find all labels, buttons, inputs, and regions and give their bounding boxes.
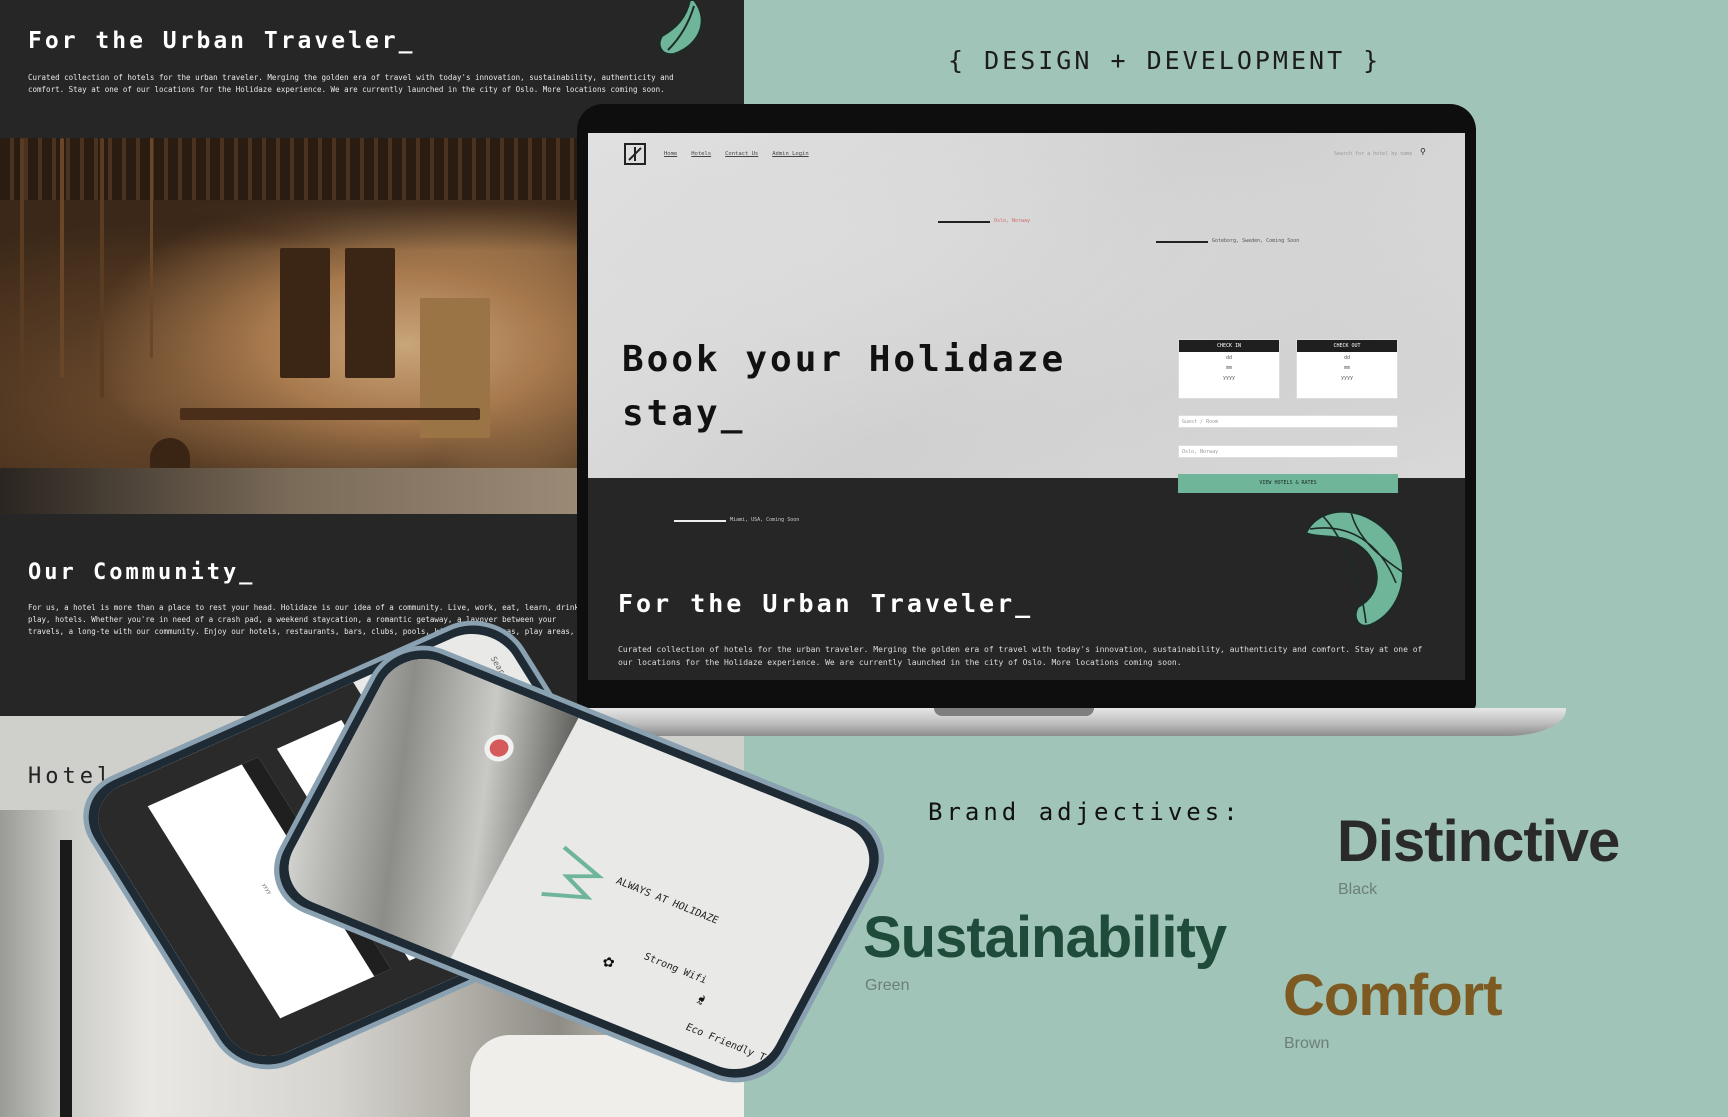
holidaze-logo-icon[interactable] bbox=[624, 143, 646, 165]
laptop-screen: Home Hotels Contact Us Admin Login Searc… bbox=[588, 133, 1465, 680]
hero-heading-line1: Book your Holidaze bbox=[622, 339, 1067, 380]
brand-word-distinctive: Distinctive bbox=[1337, 809, 1620, 874]
check-out-dd: dd bbox=[1343, 355, 1351, 361]
location-select[interactable]: Oslo, Norway bbox=[1178, 445, 1398, 458]
urban-traveler-paragraph: Curated collection of hotels for the urb… bbox=[618, 645, 1423, 667]
laptop-notch bbox=[934, 708, 1094, 716]
feature-always: ALWAYS AT HOLIDAZE bbox=[613, 875, 721, 927]
urban-traveler-heading: For the Urban Traveler_ bbox=[618, 589, 1034, 618]
urban-traveler-text: Curated collection of hotels for the urb… bbox=[28, 73, 674, 94]
check-out-label: CHECK OUT bbox=[1297, 340, 1397, 352]
check-out-yyyy: yyyy bbox=[1340, 375, 1354, 381]
holidaze-w-icon bbox=[541, 845, 605, 900]
goteborg-location: Goteborg, Sweden, Coming Soon bbox=[1212, 238, 1300, 244]
leaf-logo-icon bbox=[658, 0, 703, 56]
nav-hotels[interactable]: Hotels bbox=[691, 151, 711, 157]
nav-admin-login[interactable]: Admin Login bbox=[772, 151, 808, 157]
check-in-mm: mm bbox=[1225, 365, 1233, 371]
goteborg-line bbox=[1156, 241, 1208, 243]
oslo-line bbox=[938, 221, 990, 223]
check-in-label: CHECK IN bbox=[1179, 340, 1279, 352]
brand-word-comfort: Comfort bbox=[1283, 963, 1503, 1028]
guest-room-select[interactable]: Guest / Room bbox=[1178, 415, 1398, 428]
search-input[interactable]: Search for a hotel by name bbox=[1334, 151, 1414, 157]
brand-color-black: Black bbox=[1338, 881, 1378, 898]
leaf-icon: ❧ bbox=[688, 991, 714, 1009]
window-frame bbox=[60, 840, 72, 1117]
brand-word-sustainability: Sustainability bbox=[863, 905, 1227, 970]
oslo-location-link[interactable]: Oslo, Norway bbox=[994, 218, 1030, 224]
nav-contact[interactable]: Contact Us bbox=[725, 151, 758, 157]
miami-line bbox=[674, 520, 726, 522]
main-nav: Home Hotels Contact Us Admin Login bbox=[664, 151, 809, 157]
nav-home[interactable]: Home bbox=[664, 151, 677, 157]
hero-section: Home Hotels Contact Us Admin Login Searc… bbox=[588, 133, 1465, 478]
brand-color-brown: Brown bbox=[1284, 1035, 1330, 1052]
miami-location: Miami, USA, Coming Soon bbox=[730, 517, 800, 523]
check-in-dd: dd bbox=[1225, 355, 1233, 361]
brand-adjectives-heading: Brand adjectives: bbox=[928, 798, 1242, 826]
view-hotels-button[interactable]: VIEW HOTELS & RATES bbox=[1178, 474, 1398, 493]
brand-color-green: Green bbox=[865, 977, 910, 994]
check-out-mm: mm bbox=[1343, 365, 1351, 371]
wifi-icon: ✿ bbox=[595, 953, 621, 971]
search-icon[interactable]: ⚲ bbox=[1420, 147, 1426, 156]
community-title: Our Community_ bbox=[28, 560, 256, 585]
design-development-tagline: { DESIGN + DEVELOPMENT } bbox=[948, 46, 1382, 75]
hero-heading-line2: stay_ bbox=[622, 393, 746, 434]
leaf-logo-icon bbox=[1304, 506, 1405, 627]
hero-heading: Book your Holidaze stay_ bbox=[622, 333, 1066, 441]
hotel-lobby-photo bbox=[0, 138, 580, 514]
check-in-field[interactable]: CHECK IN dd mm yyyy bbox=[1178, 339, 1280, 399]
check-in-yyyy: yyyy bbox=[1222, 375, 1236, 381]
urban-traveler-title: For the Urban Traveler_ bbox=[28, 28, 416, 54]
check-out-field[interactable]: CHECK OUT dd mm yyyy bbox=[1296, 339, 1398, 399]
feature-eco: Eco Friendly Toiletries bbox=[683, 1022, 818, 1082]
